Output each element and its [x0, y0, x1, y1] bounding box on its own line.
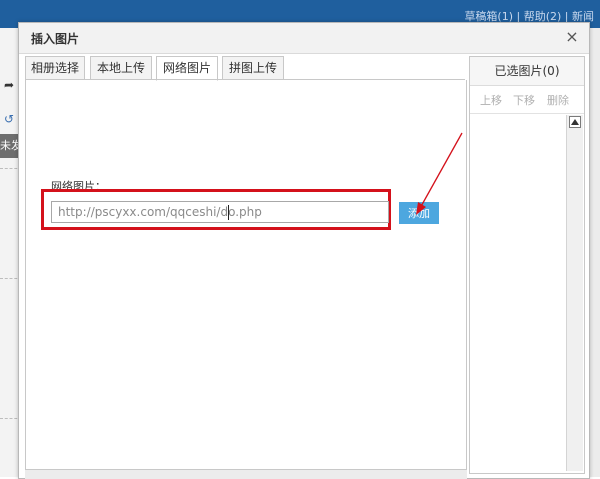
annotation-arrow: [416, 132, 463, 215]
